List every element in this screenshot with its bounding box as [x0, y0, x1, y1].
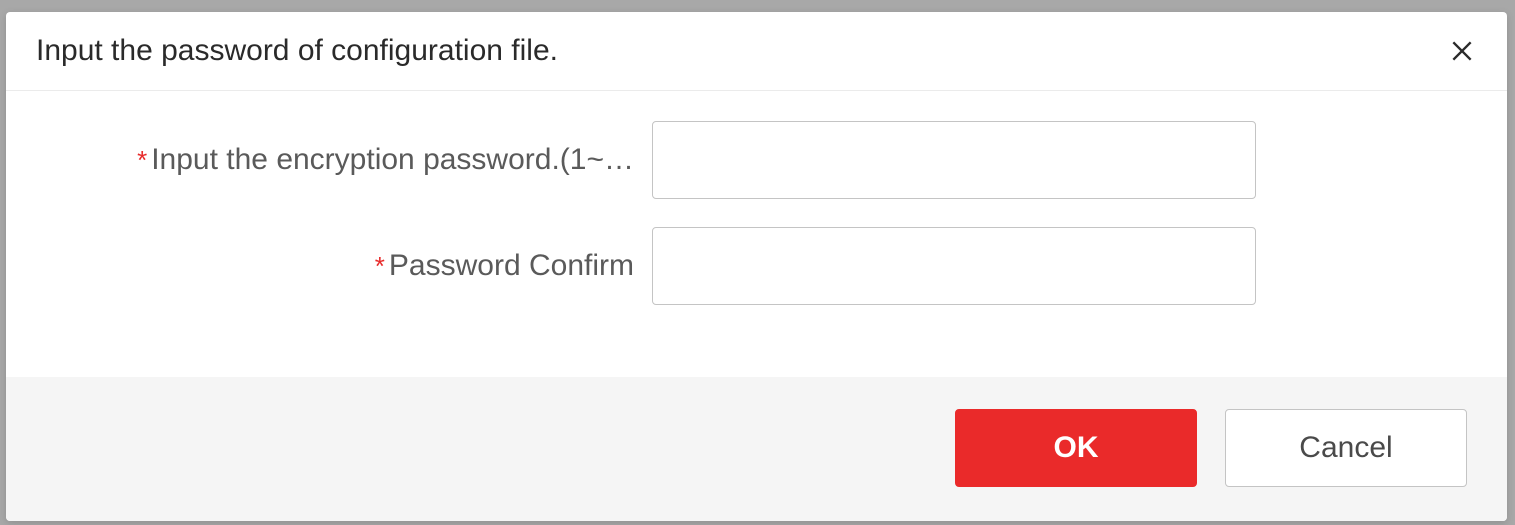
- confirm-input[interactable]: [652, 227, 1256, 305]
- password-input[interactable]: [652, 121, 1256, 199]
- cancel-button[interactable]: Cancel: [1225, 409, 1467, 487]
- password-label: Input the encryption password.(1~…: [151, 143, 634, 177]
- dialog-title: Input the password of configuration file…: [36, 34, 558, 68]
- required-mark: *: [137, 147, 147, 173]
- ok-button[interactable]: OK: [955, 409, 1197, 487]
- dialog-body: * Input the encryption password.(1~… * P…: [6, 91, 1507, 377]
- close-button[interactable]: [1447, 36, 1477, 66]
- form-row-password: * Input the encryption password.(1~…: [22, 121, 1477, 199]
- close-icon: [1449, 38, 1475, 64]
- dialog-header: Input the password of configuration file…: [6, 12, 1507, 91]
- password-label-wrap: * Input the encryption password.(1~…: [22, 143, 652, 177]
- required-mark: *: [375, 253, 385, 279]
- password-dialog: Input the password of configuration file…: [6, 12, 1507, 521]
- form-row-confirm: * Password Confirm: [22, 227, 1477, 305]
- dialog-footer: OK Cancel: [6, 377, 1507, 521]
- confirm-label: Password Confirm: [389, 249, 634, 283]
- confirm-label-wrap: * Password Confirm: [22, 249, 652, 283]
